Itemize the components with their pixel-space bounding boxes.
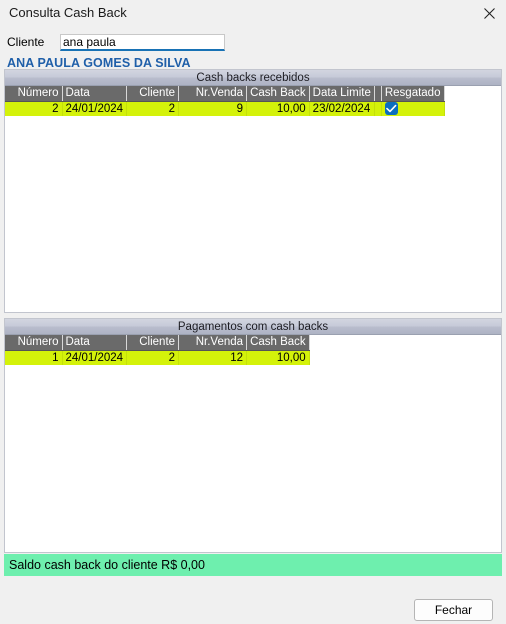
client-label: Cliente <box>7 35 45 49</box>
cell-cliente: 2 <box>126 101 180 116</box>
grid-cashback-payments: Pagamentos com cash backs Número Data Clie… <box>4 318 502 553</box>
table-header-row: Número Data Cliente Nr.Venda Cash Back Data L… <box>5 86 445 102</box>
client-search-row: Cliente <box>0 30 506 54</box>
column-header[interactable] <box>374 86 382 102</box>
checkbox-checked-icon[interactable] <box>384 102 398 116</box>
column-header[interactable]: Cash Back <box>246 335 310 351</box>
table-row[interactable]: 1 24/01/2024 2 12 10,00 <box>5 350 310 365</box>
column-header[interactable]: Nr.Venda <box>178 86 248 102</box>
cell-spacer <box>374 101 382 116</box>
table-body-received: 2 24/01/2024 2 9 10,00 23/02/2024 <box>5 101 445 116</box>
resolved-client-name: ANA PAULA GOMES DA SILVA <box>7 56 191 70</box>
table-cashback-payments: Número Data Cliente Nr.Venda Cash Back 1 24/0… <box>5 335 310 365</box>
window-titlebar: Consulta Cash Back <box>0 0 506 26</box>
column-header[interactable]: Cash Back <box>246 86 310 102</box>
cell-data: 24/01/2024 <box>62 101 128 116</box>
column-header[interactable]: Resgatado <box>381 86 445 102</box>
column-header[interactable]: Número <box>5 335 63 351</box>
cell-numero: 1 <box>5 350 63 365</box>
dialog-footer: Fechar <box>0 580 506 624</box>
close-icon <box>483 7 495 19</box>
grid-caption-received: Cash backs recebidos <box>5 70 501 86</box>
table-body-payments: 1 24/01/2024 2 12 10,00 <box>5 350 310 365</box>
cell-data_limite: 23/02/2024 <box>309 101 375 116</box>
cell-nr_venda: 12 <box>178 350 248 365</box>
client-search-input[interactable] <box>60 33 225 51</box>
close-window-button[interactable] <box>472 0 506 26</box>
status-bar-text: Saldo cash back do cliente R$ 0,00 <box>9 558 205 572</box>
column-header[interactable]: Data Limite <box>309 86 375 102</box>
column-header[interactable]: Nr.Venda <box>178 335 248 351</box>
table-head-received: Número Data Cliente Nr.Venda Cash Back Data L… <box>5 86 445 102</box>
cell-cash_back: 10,00 <box>246 101 310 116</box>
close-button[interactable]: Fechar <box>414 599 493 621</box>
table-row[interactable]: 2 24/01/2024 2 9 10,00 23/02/2024 <box>5 101 445 116</box>
cell-data: 24/01/2024 <box>62 350 128 365</box>
table-header-row: Número Data Cliente Nr.Venda Cash Back <box>5 335 310 351</box>
table-cashbacks-received: Número Data Cliente Nr.Venda Cash Back Data L… <box>5 86 445 116</box>
column-header[interactable]: Número <box>5 86 63 102</box>
cell-numero: 2 <box>5 101 63 116</box>
window-title: Consulta Cash Back <box>9 5 127 20</box>
column-header[interactable]: Data <box>62 335 128 351</box>
column-header[interactable]: Data <box>62 86 128 102</box>
column-header[interactable]: Cliente <box>126 335 180 351</box>
grid-caption-payments: Pagamentos com cash backs <box>5 319 501 335</box>
cell-nr_venda: 9 <box>178 101 248 116</box>
column-header[interactable]: Cliente <box>126 86 180 102</box>
cell-cliente: 2 <box>126 350 180 365</box>
cell-cash_back: 10,00 <box>246 350 310 365</box>
status-bar-balance: Saldo cash back do cliente R$ 0,00 <box>4 554 502 576</box>
grid-cashbacks-received: Cash backs recebidos Número Data Cliente Nr… <box>4 69 502 313</box>
table-head-payments: Número Data Cliente Nr.Venda Cash Back <box>5 335 310 351</box>
cell-resgatado_icon <box>381 101 445 116</box>
